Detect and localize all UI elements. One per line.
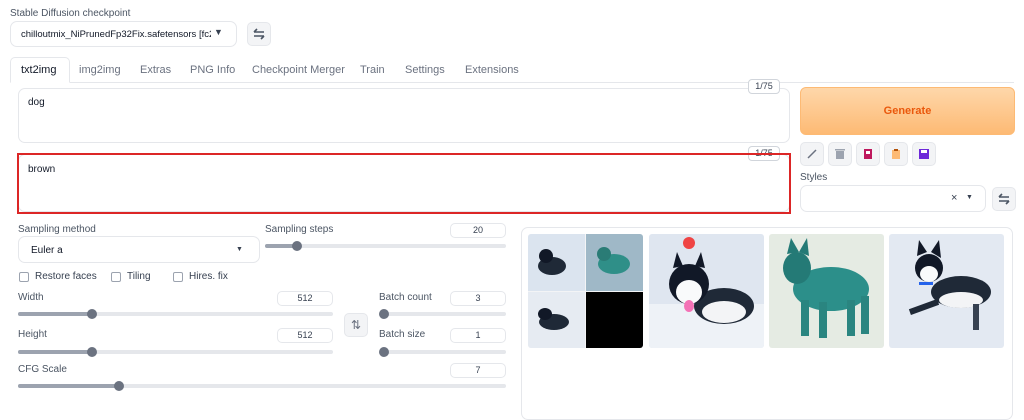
tab-train[interactable]: Train <box>360 62 385 82</box>
sampling-method-label: Sampling method <box>18 224 96 235</box>
slider-handle[interactable] <box>87 347 98 357</box>
tab-png-info[interactable]: PNG Info <box>190 62 235 82</box>
tab-extensions[interactable]: Extensions <box>465 62 519 82</box>
prompt-text: dog <box>28 97 45 108</box>
height-input[interactable]: 512 <box>277 328 333 343</box>
gallery-thumbnail-grid[interactable] <box>528 234 643 348</box>
width-label: Width <box>18 292 44 303</box>
swap-dimensions-button[interactable]: ⇅ <box>344 313 368 337</box>
restore-faces-checkbox[interactable] <box>19 272 29 282</box>
sampling-steps-slider[interactable] <box>265 241 506 251</box>
refresh-styles-button[interactable] <box>992 187 1016 211</box>
tab-divider <box>10 82 1014 83</box>
hires-fix-label: Hires. fix <box>189 271 228 282</box>
chevron-down-icon: ▼ <box>236 246 243 253</box>
apply-style-button[interactable] <box>884 142 908 166</box>
clear-styles-icon[interactable]: × <box>951 192 957 204</box>
checkpoint-label: Stable Diffusion checkpoint <box>10 8 131 19</box>
teal-dog-image <box>783 238 869 338</box>
height-slider[interactable] <box>18 347 333 357</box>
clipboard-icon <box>892 149 900 159</box>
chevron-down-icon: ▼ <box>214 27 223 37</box>
cfg-scale-input[interactable]: 7 <box>450 363 506 378</box>
slider-handle[interactable] <box>379 309 389 319</box>
prompt-textarea[interactable]: dog <box>18 88 790 143</box>
sampling-method-select[interactable]: Euler a ▼ <box>18 236 260 263</box>
batch-size-label: Batch size <box>379 329 426 340</box>
slider-handle[interactable] <box>114 381 125 391</box>
slider-handle[interactable] <box>292 241 303 251</box>
batch-count-label: Batch count <box>379 292 432 303</box>
hires-fix-checkbox[interactable] <box>173 272 183 282</box>
edit-style-button[interactable] <box>800 142 824 166</box>
tab-checkpoint-merger[interactable]: Checkpoint Merger <box>252 62 345 82</box>
slider-handle[interactable] <box>379 347 389 357</box>
husky-image <box>649 237 764 348</box>
sampling-steps-label: Sampling steps <box>265 224 334 235</box>
save-style-button[interactable] <box>912 142 936 166</box>
tiling-label: Tiling <box>127 271 151 282</box>
sampling-steps-input[interactable]: 20 <box>450 223 506 238</box>
book-icon <box>864 149 872 159</box>
cfg-scale-slider[interactable] <box>18 381 506 391</box>
tab-txt2img[interactable]: txt2img <box>21 62 56 82</box>
highlight-rectangle <box>17 153 791 214</box>
batch-count-input[interactable]: 3 <box>450 291 506 306</box>
arrow-swap-icon <box>253 28 265 40</box>
generate-button[interactable]: Generate <box>800 87 1015 135</box>
height-label: Height <box>18 329 47 340</box>
trash-icon <box>835 149 845 159</box>
save-icon <box>919 149 929 159</box>
slider-handle[interactable] <box>87 309 98 319</box>
tab-extras[interactable]: Extras <box>140 62 171 82</box>
checkpoint-value: chilloutmix_NiPrunedFp32Fix.safetensors … <box>21 29 211 40</box>
gallery-thumbnail[interactable] <box>649 234 764 348</box>
width-input[interactable]: 512 <box>277 291 333 306</box>
tab-settings[interactable]: Settings <box>405 62 445 82</box>
running-husky-image <box>908 240 991 330</box>
batch-size-slider[interactable] <box>379 347 506 357</box>
clear-prompt-button[interactable] <box>828 142 852 166</box>
show-extra-networks-button[interactable] <box>856 142 880 166</box>
width-slider[interactable] <box>18 309 333 319</box>
generate-label: Generate <box>883 105 932 117</box>
chevron-down-icon: ▼ <box>966 194 973 201</box>
pencil-icon <box>807 149 817 159</box>
refresh-checkpoint-button[interactable] <box>247 22 271 46</box>
styles-label: Styles <box>800 172 828 183</box>
checkpoint-select[interactable]: chilloutmix_NiPrunedFp32Fix.safetensors … <box>10 21 237 47</box>
cfg-scale-label: CFG Scale <box>18 364 67 375</box>
restore-faces-label: Restore faces <box>35 271 97 282</box>
gallery-thumbnail[interactable] <box>889 234 1004 348</box>
grid-image <box>528 234 643 348</box>
tab-img2img[interactable]: img2img <box>79 62 121 82</box>
gallery-thumbnail[interactable] <box>769 234 884 348</box>
batch-count-slider[interactable] <box>379 309 506 319</box>
prompt-token-counter: 1/75 <box>748 79 780 94</box>
arrow-swap-icon <box>998 193 1010 205</box>
styles-select[interactable]: × ▼ <box>800 185 986 212</box>
sampling-method-value: Euler a <box>31 245 63 256</box>
tiling-checkbox[interactable] <box>111 272 121 282</box>
batch-size-input[interactable]: 1 <box>450 328 506 343</box>
